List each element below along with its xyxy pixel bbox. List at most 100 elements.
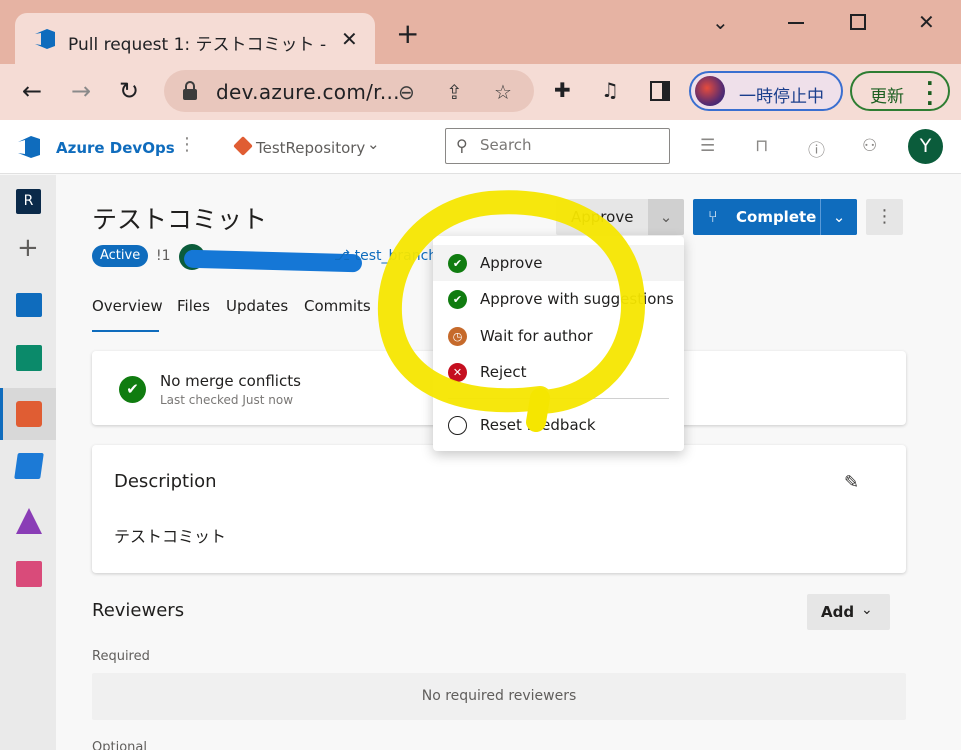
task-list-icon[interactable]: ☰ xyxy=(700,136,715,156)
clock-icon: ◷ xyxy=(448,327,467,346)
merge-icon: ⑂ xyxy=(708,207,718,226)
window-close-icon[interactable]: ✕ xyxy=(918,10,935,34)
shopping-bag-icon[interactable]: ⊓ xyxy=(755,136,768,156)
tab-overview[interactable]: Overview xyxy=(92,297,163,315)
user-avatar[interactable]: Y xyxy=(908,129,943,164)
description-card: Description ✎ テストコミット xyxy=(92,445,906,573)
extensions-icon[interactable]: ✚ xyxy=(554,78,571,102)
user-settings-icon[interactable]: ⚇ xyxy=(862,136,877,156)
edit-pencil-icon[interactable]: ✎ xyxy=(844,472,859,493)
ado-header: Azure DevOps ⋮ TestRepository ⌄ ⚲ ☰ ⊓ ⓘ … xyxy=(0,120,961,174)
description-body: テストコミット xyxy=(114,527,227,546)
menu-item-label: Wait for author xyxy=(480,327,593,345)
menu-item-label: Approve with suggestions xyxy=(480,290,674,308)
check-circle-icon: ✔ xyxy=(448,254,467,273)
merge-status-title: No merge conflicts xyxy=(160,372,301,390)
check-circle-icon: ✔ xyxy=(119,376,146,403)
reviewers-title: Reviewers xyxy=(92,600,185,621)
menu-item-label: Approve xyxy=(480,254,543,272)
update-button[interactable]: 更新 · · · xyxy=(850,71,950,115)
status-badge: Active xyxy=(92,245,149,267)
menu-item-wait-for-author[interactable]: ◷ Wait for author xyxy=(433,318,684,354)
minimize-icon[interactable] xyxy=(788,22,804,24)
overview-icon[interactable] xyxy=(16,293,42,317)
menu-dots-icon: · · · xyxy=(926,71,934,115)
pipelines-icon[interactable] xyxy=(14,453,44,479)
lock-icon xyxy=(183,81,197,100)
browser-tab[interactable]: Pull request 1: テストコミット - Repo ✕ xyxy=(15,13,375,64)
share-icon[interactable]: ⇪ xyxy=(446,80,463,104)
browser-tab-bar: Pull request 1: テストコミット - Repo ✕ + ⌄ ✕ xyxy=(0,0,961,64)
nav-repos-selected[interactable] xyxy=(0,388,56,440)
help-icon[interactable]: ⓘ xyxy=(808,136,825,161)
boards-icon[interactable] xyxy=(16,345,42,371)
pr-id: !1 xyxy=(156,248,171,264)
left-nav: R + xyxy=(0,175,56,750)
chevron-down-icon: ⌄ xyxy=(861,602,873,618)
x-circle-icon: ✕ xyxy=(448,363,467,382)
address-bar[interactable]: dev.azure.com/r... ⊖ ⇪ ☆ xyxy=(164,70,534,112)
product-name[interactable]: Azure DevOps xyxy=(56,139,175,157)
description-title: Description xyxy=(114,471,217,492)
url-text: dev.azure.com/r... xyxy=(216,80,400,104)
repos-icon xyxy=(16,401,42,427)
menu-item-approve[interactable]: ✔ Approve xyxy=(433,245,684,281)
add-label: Add xyxy=(821,603,855,621)
menu-item-label: Reject xyxy=(480,363,527,381)
media-control-icon[interactable]: ♫ xyxy=(601,78,619,102)
branch-link[interactable]: ⎇ test_branch xyxy=(334,248,438,264)
complete-dropdown-chevron-icon[interactable]: ⌄ xyxy=(820,199,857,235)
menu-item-approve-with-suggestions[interactable]: ✔ Approve with suggestions xyxy=(433,281,684,317)
project-icon[interactable]: R xyxy=(16,189,41,214)
approve-dropdown-chevron-icon[interactable]: ⌄ xyxy=(648,199,684,235)
azure-devops-icon xyxy=(35,29,55,49)
reload-icon[interactable]: ↻ xyxy=(119,77,139,105)
artifacts-icon[interactable] xyxy=(16,561,42,587)
forward-icon[interactable]: → xyxy=(71,77,91,105)
complete-label: Complete xyxy=(736,208,817,226)
back-icon[interactable]: ← xyxy=(22,77,42,105)
minimize-chevron-icon[interactable]: ⌄ xyxy=(712,10,729,34)
required-reviewers-box: No required reviewers xyxy=(92,673,906,720)
search-box[interactable]: ⚲ xyxy=(445,128,670,164)
active-tab-indicator xyxy=(92,330,159,332)
repo-selector[interactable]: TestRepository xyxy=(256,139,365,157)
tab-updates[interactable]: Updates xyxy=(226,297,288,315)
menu-divider xyxy=(448,398,669,399)
search-icon: ⚲ xyxy=(456,136,468,155)
approve-dropdown-menu: ✔ Approve ✔ Approve with suggestions ◷ W… xyxy=(433,236,684,451)
test-plans-icon[interactable] xyxy=(16,508,42,534)
search-input[interactable] xyxy=(480,136,660,154)
maximize-icon[interactable] xyxy=(850,14,866,30)
profile-avatar xyxy=(695,76,725,106)
tab-close-icon[interactable]: ✕ xyxy=(341,27,358,51)
browser-toolbar: ← → ↻ dev.azure.com/r... ⊖ ⇪ ☆ ✚ ♫ 一時停止中… xyxy=(0,64,961,120)
merge-status-subtitle: Last checked Just now xyxy=(160,393,294,407)
menu-item-reset-feedback[interactable]: Reset feedback xyxy=(433,407,684,443)
page-title: テストコミット xyxy=(92,205,268,234)
add-icon[interactable]: + xyxy=(17,235,39,261)
more-actions-icon[interactable]: ⋮ xyxy=(866,199,903,235)
new-tab-icon[interactable]: + xyxy=(396,20,419,48)
profile-paused-button[interactable]: 一時停止中 xyxy=(689,71,843,111)
tab-files[interactable]: Files xyxy=(177,297,210,315)
more-vertical-icon[interactable]: ⋮ xyxy=(178,134,196,155)
chevron-down-icon[interactable]: ⌄ xyxy=(367,135,380,153)
add-reviewer-button[interactable]: Add ⌄ xyxy=(807,594,890,630)
check-circle-icon: ✔ xyxy=(448,290,467,309)
branch-name: test_branch xyxy=(354,248,438,264)
optional-label: Optional xyxy=(92,740,147,750)
empty-circle-icon xyxy=(448,416,467,435)
update-label: 更新 xyxy=(870,87,904,107)
zoom-icon[interactable]: ⊖ xyxy=(398,80,415,104)
required-label: Required xyxy=(92,649,150,664)
menu-item-reject[interactable]: ✕ Reject xyxy=(433,354,684,390)
tab-title: Pull request 1: テストコミット - Repo xyxy=(68,35,330,55)
paused-label: 一時停止中 xyxy=(739,87,824,107)
azure-devops-logo-icon[interactable] xyxy=(17,135,41,159)
approve-label: Approve xyxy=(571,208,634,226)
tab-commits[interactable]: Commits xyxy=(304,297,371,315)
side-panel-icon[interactable] xyxy=(650,81,670,101)
git-repo-icon xyxy=(233,136,253,156)
bookmark-star-icon[interactable]: ☆ xyxy=(494,80,512,104)
